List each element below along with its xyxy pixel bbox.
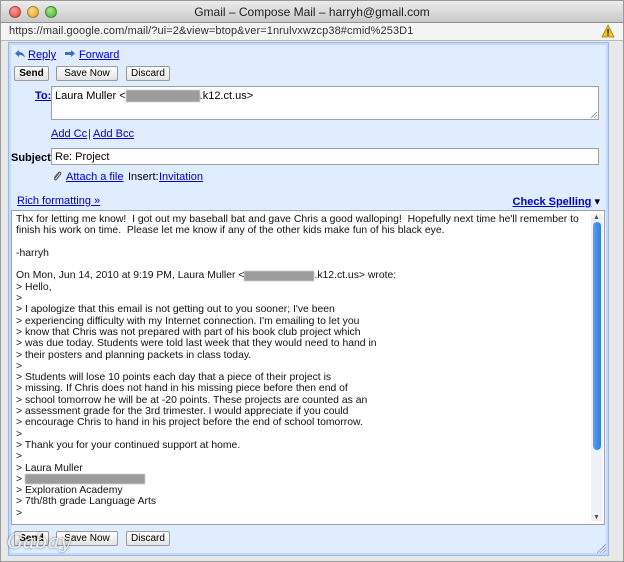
quoted-line: > was due today. Students were told last… — [16, 338, 377, 350]
message-line — [16, 237, 590, 248]
watermark: Gabay — [7, 529, 71, 553]
quote-header: On Mon, Jun 14, 2010 at 9:19 PM, Laura M… — [16, 270, 590, 281]
reply-link[interactable]: Reply — [28, 49, 56, 61]
chevron-down-icon[interactable]: ▾ — [594, 196, 600, 208]
message-line: Thx for letting me know! I got out my ba… — [16, 214, 579, 225]
redacted-email — [125, 90, 200, 103]
address-bar[interactable]: https://mail.google.com/mail/?ui=2&view=… — [1, 23, 623, 41]
window-resize-grip-icon[interactable] — [597, 544, 606, 553]
compose-inner: Reply Forward Send Save Now Discard To: … — [11, 45, 606, 553]
reply-icon[interactable] — [14, 49, 26, 62]
quote-header-end: .k12.ct.us> wrote: — [314, 270, 397, 282]
url-text[interactable]: https://mail.google.com/mail/?ui=2&view=… — [9, 25, 413, 37]
quoted-line: > Exploration Academy — [16, 485, 123, 497]
browser-window: Gmail – Compose Mail – harryh@gmail.com … — [0, 0, 624, 562]
quoted-line: > — [16, 293, 23, 305]
subject-label: Subject: — [11, 152, 55, 164]
redacted-school — [24, 474, 145, 485]
quote-marker: > — [16, 473, 25, 485]
attach-file-link[interactable]: Attach a file — [66, 171, 123, 183]
forward-link[interactable]: Forward — [79, 49, 119, 61]
scroll-up-icon[interactable]: ▲ — [593, 214, 600, 221]
message-line: finish his work on time. Please let me k… — [16, 225, 445, 237]
signature-school-line: > — [16, 474, 590, 485]
message-line: -harryh — [16, 247, 49, 259]
quoted-line: > — [16, 507, 23, 519]
discard-button-bottom[interactable]: Discard — [126, 531, 170, 546]
scroll-down-icon[interactable]: ▼ — [593, 514, 600, 521]
to-email-domain: .k12.ct.us> — [199, 90, 254, 102]
quoted-line: > 7th/8th grade Language Arts — [16, 496, 157, 508]
check-spelling-control[interactable]: Check Spelling ▾ — [513, 195, 600, 208]
quoted-line: > Laura Muller — [16, 462, 83, 474]
invitation-link[interactable]: Invitation — [159, 171, 203, 183]
window-title: Gmail – Compose Mail – harryh@gmail.com — [194, 5, 430, 19]
add-cc-link[interactable]: Add Cc — [51, 128, 87, 140]
redacted-email — [244, 270, 315, 281]
discard-button[interactable]: Discard — [126, 66, 170, 81]
warning-icon — [601, 24, 615, 38]
quoted-line: > know that Chris was not prepared with … — [16, 326, 361, 338]
compose-panel: Reply Forward Send Save Now Discard To: … — [8, 42, 609, 556]
quoted-line: > school tomorrow he will be at -20 poin… — [16, 394, 368, 406]
insert-label: Insert: — [128, 171, 159, 183]
rich-formatting-link[interactable]: Rich formatting » — [17, 195, 100, 207]
quoted-line: > assessment grade for the 3rd trimester… — [16, 406, 349, 418]
quoted-line: > Hello, — [16, 281, 52, 293]
to-field[interactable]: Laura Muller < .k12.ct.us> — [51, 86, 599, 120]
send-button[interactable]: Send — [14, 66, 49, 81]
scroll-thumb[interactable] — [593, 222, 601, 450]
paperclip-icon[interactable] — [52, 170, 62, 185]
message-text[interactable]: Thx for letting me know! I got out my ba… — [13, 214, 590, 521]
title-bar: Gmail – Compose Mail – harryh@gmail.com — [1, 1, 623, 23]
message-scrollbar[interactable]: ▲ ▼ — [591, 214, 603, 521]
quoted-line: > — [16, 451, 23, 463]
quoted-line: > experiencing difficulty with my Intern… — [16, 315, 360, 327]
cc-separator: | — [88, 128, 91, 140]
quoted-line: > I apologize that this email is not get… — [16, 304, 335, 316]
subject-value[interactable]: Re: Project — [55, 151, 109, 163]
quoted-line: > encourage Chris to hand in his project… — [16, 417, 363, 429]
message-line — [16, 259, 590, 270]
message-body[interactable]: Thx for letting me know! I got out my ba… — [11, 210, 605, 525]
to-value[interactable]: Laura Muller < .k12.ct.us> — [55, 90, 254, 103]
save-now-button[interactable]: Save Now — [56, 66, 118, 81]
subject-field[interactable]: Re: Project — [51, 148, 599, 165]
quoted-line: > Students will lose 10 points each day … — [16, 372, 332, 384]
quoted-line: > — [16, 428, 23, 440]
quoted-line: > their posters and planning packets in … — [16, 349, 252, 361]
add-bcc-link[interactable]: Add Bcc — [93, 128, 134, 140]
check-spelling-link[interactable]: Check Spelling — [513, 196, 592, 208]
to-recipient-name: Laura Muller — [55, 90, 117, 102]
quoted-line: > — [16, 360, 23, 372]
quoted-line: > Thank you for your continued support a… — [16, 439, 241, 451]
quoted-line: > missing. If Chris does not hand in his… — [16, 383, 348, 395]
quote-header-start: On Mon, Jun 14, 2010 at 9:19 PM, Laura M… — [16, 270, 245, 282]
resize-grip-icon[interactable] — [591, 112, 597, 118]
to-label[interactable]: To: — [35, 90, 51, 102]
forward-icon[interactable] — [64, 49, 76, 62]
